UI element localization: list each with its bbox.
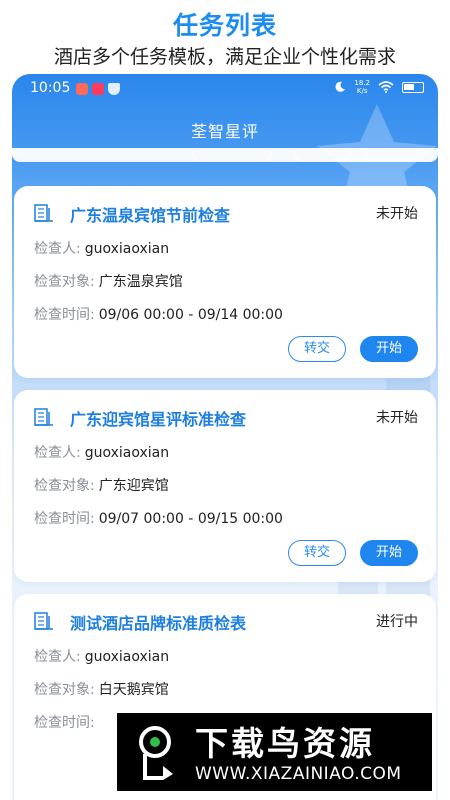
task-card[interactable]: 广东迎宾馆星评标准检查 未开始 检查人: guoxiaoxian 检查对象: 广东迎… bbox=[14, 390, 436, 582]
inspector-row: 检查人: guoxiaoxian bbox=[34, 442, 169, 462]
network-speed: 18.2 K/s bbox=[354, 79, 370, 95]
notification-icon bbox=[76, 83, 88, 95]
transfer-button[interactable]: 转交 bbox=[288, 540, 346, 566]
task-card-header: 测试酒店品牌标准质检表 进行中 bbox=[34, 610, 418, 633]
inspector-label: 检查人: bbox=[34, 241, 81, 257]
document-icon bbox=[34, 204, 53, 222]
time-row: 检查时间: 09/07 00:00 - 09/15 00:00 bbox=[34, 508, 283, 528]
task-title: 测试酒店品牌标准质检表 bbox=[70, 614, 247, 633]
target-label: 检查对象: bbox=[34, 478, 95, 494]
document-icon bbox=[34, 408, 53, 426]
filter-tab[interactable] bbox=[294, 150, 350, 162]
task-status: 未开始 bbox=[376, 206, 418, 222]
start-button[interactable]: 开始 bbox=[360, 336, 418, 362]
inspector-row: 检查人: guoxiaoxian bbox=[34, 646, 169, 666]
app-title: 荃智星评 bbox=[190, 122, 259, 141]
network-speed-value: 18.2 bbox=[354, 79, 370, 87]
target-row: 检查对象: 白天鹅宾馆 bbox=[34, 679, 169, 699]
shield-icon bbox=[108, 83, 120, 95]
inspector-row: 检查人: guoxiaoxian bbox=[34, 238, 169, 258]
time-value: 09/06 00:00 - 09/14 00:00 bbox=[98, 307, 283, 323]
task-card-header: 广东温泉宾馆节前检查 未开始 bbox=[34, 202, 418, 225]
wifi-icon bbox=[378, 81, 394, 93]
target-value: 广东温泉宾馆 bbox=[98, 274, 183, 290]
inspector-value: guoxiaoxian bbox=[84, 649, 170, 665]
filter-tab[interactable] bbox=[192, 150, 272, 162]
inspector-value: guoxiaoxian bbox=[84, 445, 170, 461]
notification-icon bbox=[92, 83, 104, 95]
promo-header: 任务列表 酒店多个任务模板，满足企业个性化需求 bbox=[0, 0, 450, 74]
time-label: 检查时间: bbox=[34, 511, 95, 527]
time-value: 09/07 00:00 - 09/15 00:00 bbox=[98, 511, 283, 527]
target-row: 检查对象: 广东迎宾馆 bbox=[34, 475, 169, 495]
watermark: 下载鸟资源 WWW.XIAZAINIAO.COM bbox=[117, 713, 432, 791]
task-card[interactable]: 广东温泉宾馆节前检查 未开始 检查人: guoxiaoxian 检查对象: 广东温泉… bbox=[14, 186, 436, 378]
promo-title: 任务列表 bbox=[172, 11, 277, 40]
filter-tab[interactable] bbox=[364, 150, 426, 162]
battery-icon bbox=[402, 81, 424, 93]
transfer-button[interactable]: 转交 bbox=[288, 336, 346, 362]
target-row: 检查对象: 广东温泉宾馆 bbox=[34, 271, 183, 291]
task-status: 未开始 bbox=[376, 410, 418, 426]
watermark-url: WWW.XIAZAINIAO.COM bbox=[195, 764, 402, 784]
time-label: 检查时间: bbox=[34, 715, 95, 731]
network-speed-unit: K/s bbox=[356, 87, 368, 95]
watermark-brand: 下载鸟资源 bbox=[195, 724, 375, 763]
task-card-header: 广东迎宾馆星评标准检查 未开始 bbox=[34, 406, 418, 429]
phone-screen: 10:05 18.2 K/s 荃智星评 广东温泉宾馆节前检查 未开始 检查人: … bbox=[12, 74, 438, 800]
task-title: 广东迎宾馆星评标准检查 bbox=[70, 410, 247, 429]
inspector-label: 检查人: bbox=[34, 445, 81, 461]
time-label: 检查时间: bbox=[34, 307, 95, 323]
target-value: 白天鹅宾馆 bbox=[98, 682, 169, 698]
start-button[interactable]: 开始 bbox=[360, 540, 418, 566]
document-icon bbox=[34, 612, 53, 630]
target-value: 广东迎宾馆 bbox=[98, 478, 169, 494]
inspector-label: 检查人: bbox=[34, 649, 81, 665]
task-title: 广东温泉宾馆节前检查 bbox=[70, 206, 231, 225]
target-label: 检查对象: bbox=[34, 682, 95, 698]
target-label: 检查对象: bbox=[34, 274, 95, 290]
bird-logo-icon bbox=[139, 726, 173, 780]
status-bar: 10:05 18.2 K/s bbox=[12, 74, 438, 104]
status-icons: 18.2 K/s bbox=[334, 79, 424, 95]
time-row: 检查时间: 09/06 00:00 - 09/14 00:00 bbox=[34, 304, 283, 324]
promo-subtitle: 酒店多个任务模板，满足企业个性化需求 bbox=[53, 46, 396, 68]
inspector-value: guoxiaoxian bbox=[84, 241, 170, 257]
time-row: 检查时间: bbox=[34, 712, 95, 732]
status-time: 10:05 bbox=[30, 80, 71, 96]
task-status: 进行中 bbox=[376, 614, 418, 630]
moon-icon bbox=[335, 81, 346, 92]
